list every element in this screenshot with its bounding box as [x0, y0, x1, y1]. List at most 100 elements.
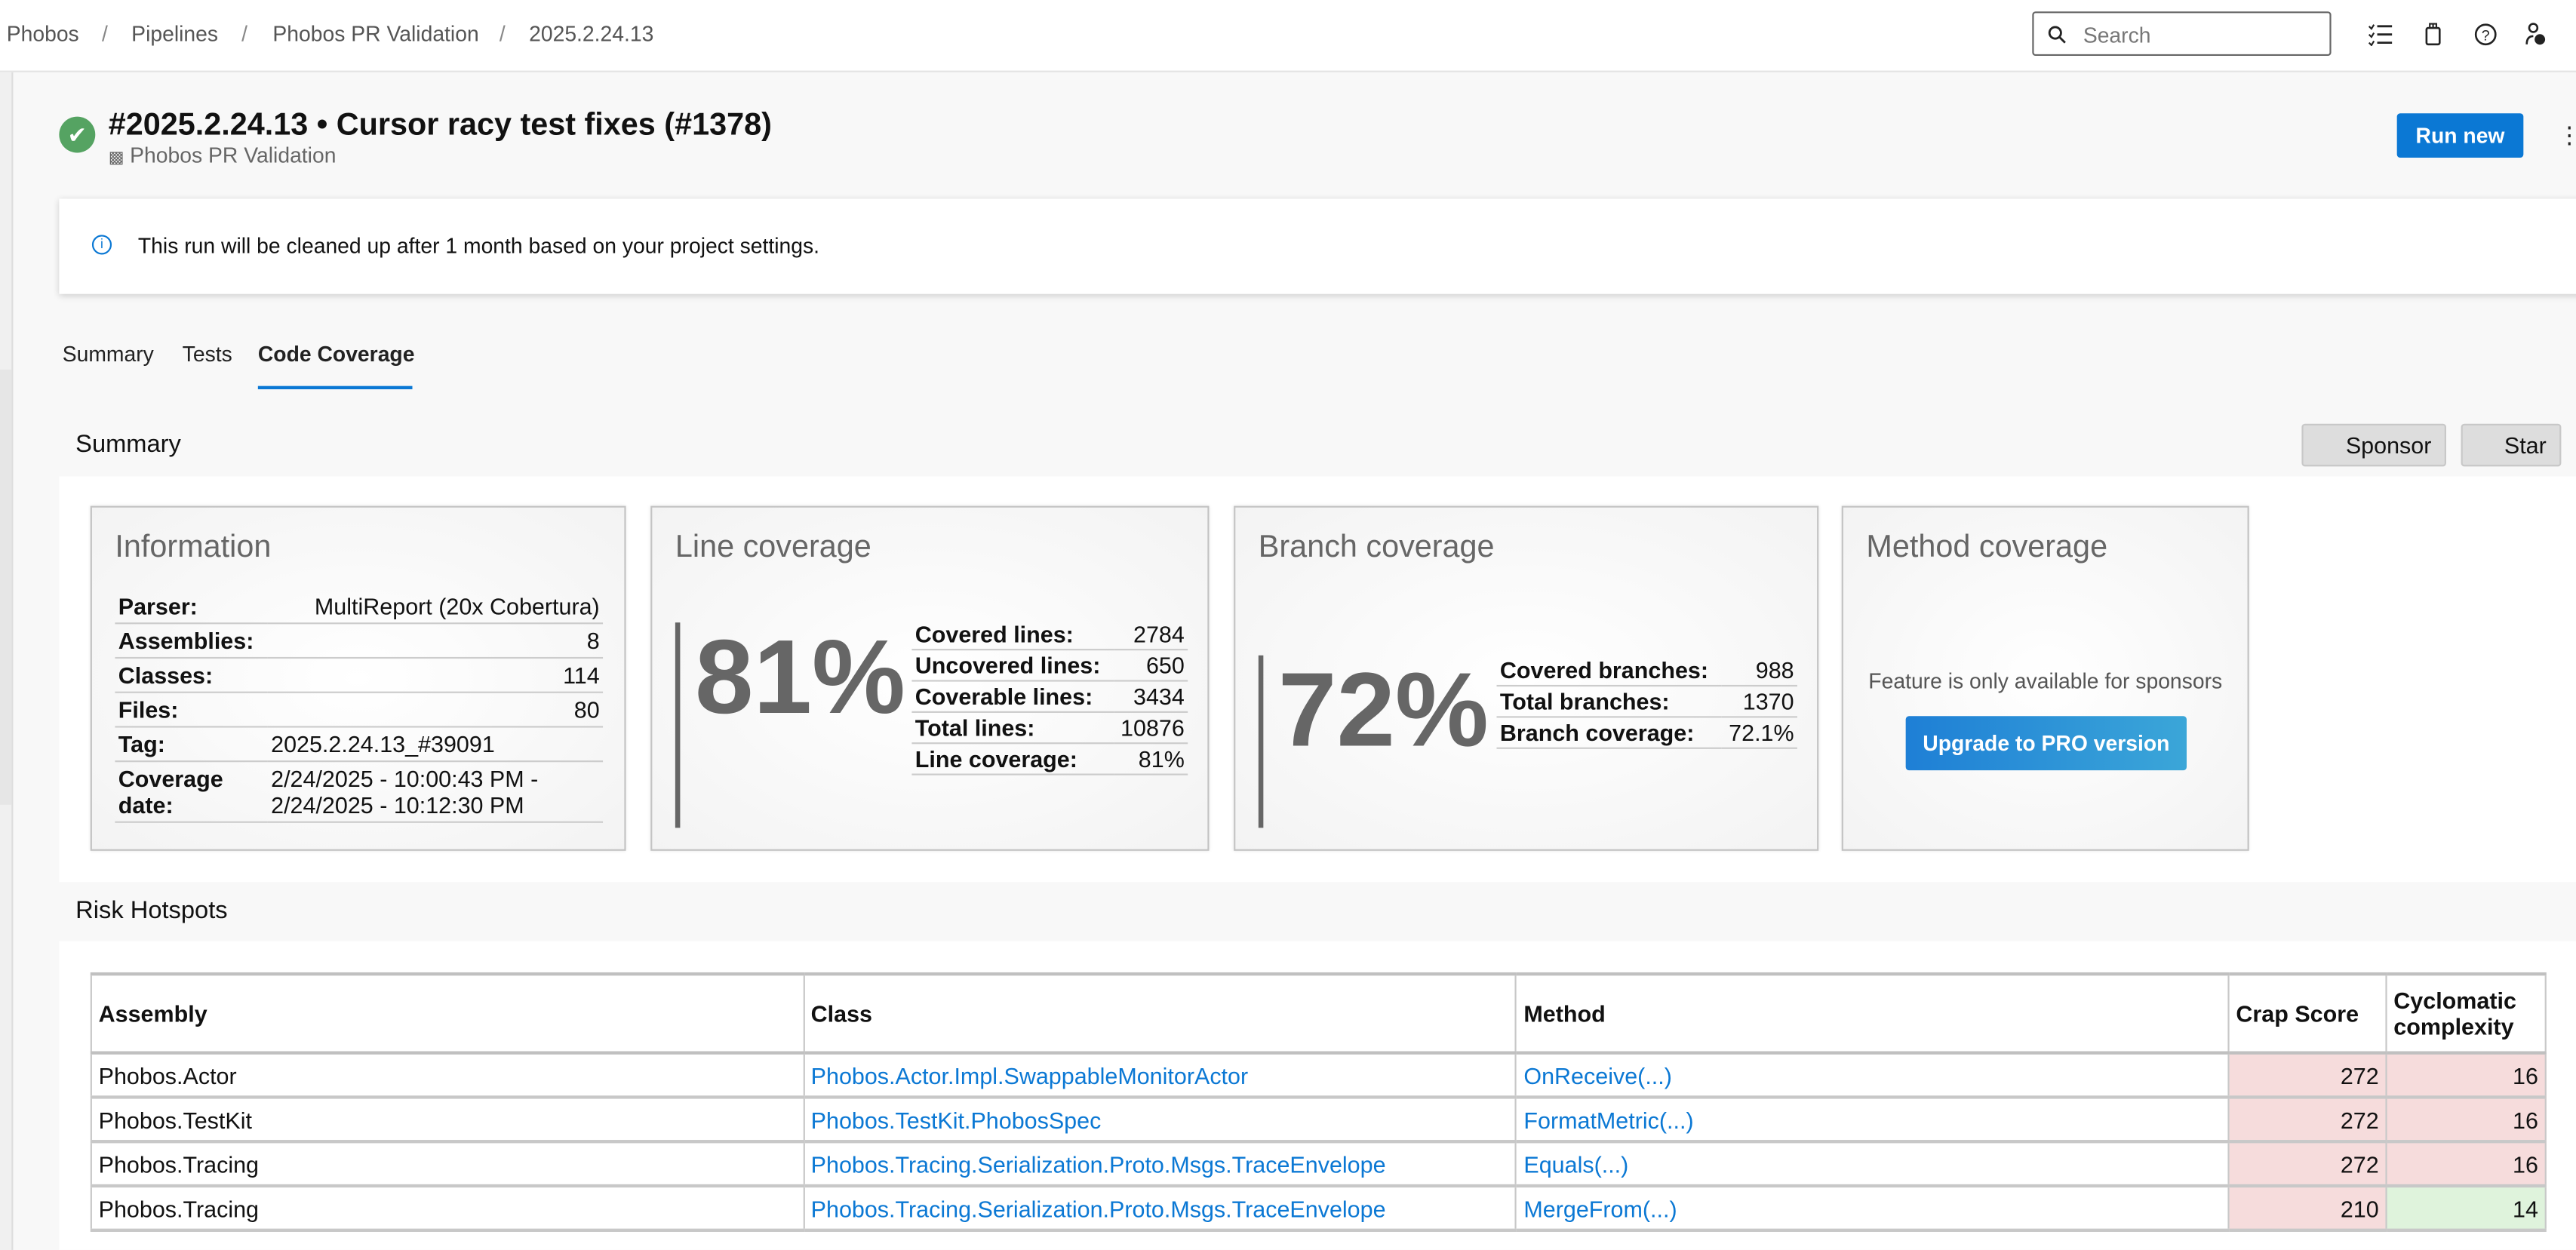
stat-value: 1370	[1722, 686, 1797, 718]
tab-code-coverage[interactable]: Code Coverage	[258, 342, 415, 367]
method-cell: FormatMetric(...)	[1515, 1097, 2230, 1144]
sponsor-button[interactable]: Sponsor	[2301, 423, 2446, 467]
branch-coverage-table: Covered branches: 988 Total branches: 1370 B…	[1496, 655, 1797, 749]
stat-row: Coverage date: 2/24/2025 - 10:00:43 PM - …	[115, 761, 604, 823]
cyclomatic-complexity-cell: 16	[2385, 1141, 2547, 1188]
card-title: Method coverage	[1866, 530, 2108, 565]
cyclomatic-complexity-cell: 16	[2385, 1097, 2547, 1144]
column-header[interactable]: Crap Score	[2227, 972, 2387, 1055]
pipeline-name[interactable]: ▩ Phobos PR Validation	[109, 143, 337, 167]
help-icon[interactable]: ?	[2474, 23, 2497, 46]
info-icon: i	[91, 235, 112, 255]
stat-label: Parser:	[115, 589, 268, 625]
stat-row: Parser: MultiReport (20x Cobertura)	[115, 589, 604, 625]
class-link[interactable]: Phobos.TestKit.PhobosSpec	[811, 1106, 1102, 1132]
stat-value: 2025.2.24.13_#39091	[267, 726, 604, 763]
stat-value: 3434	[1113, 680, 1188, 713]
sidebar-scrollbar[interactable]	[0, 369, 12, 805]
summary-heading: Summary	[75, 430, 181, 459]
method-cell: OnReceive(...)	[1515, 1052, 2230, 1099]
stat-label: Coverable lines:	[911, 680, 1114, 713]
stat-label: Tag:	[115, 726, 268, 763]
class-cell: Phobos.Tracing.Serialization.Proto.Msgs.…	[802, 1186, 1517, 1232]
stat-label: Branch coverage:	[1496, 717, 1723, 749]
card-title: Information	[115, 530, 272, 565]
branch-coverage-percent: 72%	[1277, 650, 1489, 769]
stat-value: 72.1%	[1722, 717, 1797, 749]
breadcrumb-separator: /	[241, 21, 247, 46]
class-link[interactable]: Phobos.Tracing.Serialization.Proto.Msgs.…	[811, 1150, 1386, 1177]
user-settings-icon[interactable]	[2523, 21, 2548, 48]
class-cell: Phobos.Tracing.Serialization.Proto.Msgs.…	[802, 1141, 1517, 1188]
stat-row: Classes: 114	[115, 658, 604, 693]
assembly-cell: Phobos.TestKit	[90, 1097, 804, 1144]
run-new-button[interactable]: Run new	[2396, 113, 2524, 158]
sponsor-note: Feature is only available for sponsors	[1868, 668, 2223, 693]
stat-row: Covered lines: 2784	[911, 619, 1188, 651]
shopping-bag-icon[interactable]	[2425, 21, 2442, 46]
method-link[interactable]: MergeFrom(...)	[1523, 1195, 1677, 1221]
stat-value: 988	[1722, 655, 1797, 687]
stat-row: Coverable lines: 3434	[911, 680, 1188, 713]
crap-score-cell: 272	[2227, 1052, 2387, 1099]
stat-label: Covered branches:	[1496, 655, 1723, 687]
more-vertical-icon[interactable]: ⋮	[2558, 121, 2576, 149]
class-link[interactable]: Phobos.Tracing.Serialization.Proto.Msgs.…	[811, 1195, 1386, 1221]
star-button[interactable]: Star	[2461, 423, 2562, 467]
stat-label: Uncovered lines:	[911, 650, 1114, 682]
stat-row: Tag: 2025.2.24.13_#39091	[115, 726, 604, 763]
information-table: Parser: MultiReport (20x Cobertura) Assemb…	[115, 589, 604, 823]
search-box[interactable]	[2032, 11, 2332, 57]
stat-value: 81%	[1113, 743, 1188, 775]
risk-hotspots-heading: Risk Hotspots	[75, 896, 228, 925]
class-link[interactable]: Phobos.Actor.Impl.SwappableMonitorActor	[811, 1062, 1248, 1089]
svg-text:?: ?	[2482, 27, 2490, 44]
table-row: Phobos.Tracing Phobos.Tracing.Serializat…	[90, 1141, 2547, 1188]
breadcrumb-pipeline[interactable]: Phobos PR Validation	[272, 21, 478, 46]
stat-value: 8	[267, 623, 604, 659]
breadcrumb-separator: /	[101, 21, 108, 46]
tab-tests[interactable]: Tests	[183, 342, 232, 367]
upgrade-pro-button[interactable]: Upgrade to PRO version	[1905, 716, 2187, 771]
stat-label: Total lines:	[911, 711, 1114, 745]
card-title: Branch coverage	[1258, 530, 1495, 565]
pipeline-name-label: Phobos PR Validation	[130, 143, 337, 168]
method-coverage-card: Method coverage Feature is only availabl…	[1841, 505, 2249, 851]
assembly-cell: Phobos.Tracing	[90, 1186, 804, 1232]
search-input[interactable]	[2080, 21, 2316, 50]
tab-summary[interactable]: Summary	[63, 342, 154, 367]
class-cell: Phobos.Actor.Impl.SwappableMonitorActor	[802, 1052, 1517, 1099]
stat-row: Files: 80	[115, 692, 604, 728]
stat-label: Classes:	[115, 658, 268, 693]
checklist-icon[interactable]	[2367, 23, 2393, 46]
breadcrumb-separator: /	[499, 21, 506, 46]
column-header[interactable]: Assembly	[90, 972, 804, 1055]
retention-banner: i This run will be cleaned up after 1 mo…	[59, 198, 2576, 294]
method-cell: MergeFrom(...)	[1515, 1186, 2230, 1232]
stat-value: 2784	[1113, 619, 1188, 651]
stat-label: Coverage date:	[115, 761, 268, 823]
cyclomatic-complexity-cell: 16	[2385, 1052, 2547, 1099]
branch-coverage-card: Branch coverage 72% Covered branches: 988…	[1234, 505, 1819, 851]
active-tab-indicator	[257, 385, 413, 390]
method-link[interactable]: Equals(...)	[1523, 1150, 1628, 1177]
stat-value: 650	[1113, 650, 1188, 682]
table-row: Phobos.Actor Phobos.Actor.Impl.Swappable…	[90, 1052, 2547, 1099]
class-cell: Phobos.TestKit.PhobosSpec	[802, 1097, 1517, 1144]
stat-label: Files:	[115, 692, 268, 728]
crap-score-cell: 272	[2227, 1141, 2387, 1188]
method-link[interactable]: FormatMetric(...)	[1523, 1106, 1693, 1132]
stat-row: Uncovered lines: 650	[911, 650, 1188, 682]
breadcrumb-phobos[interactable]: Phobos	[7, 21, 79, 46]
column-header[interactable]: Method	[1515, 972, 2230, 1055]
stat-row: Branch coverage: 72.1%	[1496, 717, 1797, 749]
column-header[interactable]: Cyclomatic complexity	[2385, 972, 2547, 1055]
risk-hotspots-table: Assembly Class Method Crap Score Cyclomatic …	[90, 972, 2547, 1232]
stat-value: 2/24/2025 - 10:00:43 PM - 2/24/2025 - 10…	[267, 761, 604, 823]
method-link[interactable]: OnReceive(...)	[1523, 1062, 1672, 1089]
breadcrumb-run[interactable]: 2025.2.24.13	[529, 21, 653, 46]
pipeline-icon: ▩	[108, 149, 124, 168]
breadcrumb-pipelines[interactable]: Pipelines	[131, 21, 218, 46]
column-header[interactable]: Class	[802, 972, 1517, 1055]
table-row: Phobos.Tracing Phobos.Tracing.Serializat…	[90, 1186, 2547, 1232]
